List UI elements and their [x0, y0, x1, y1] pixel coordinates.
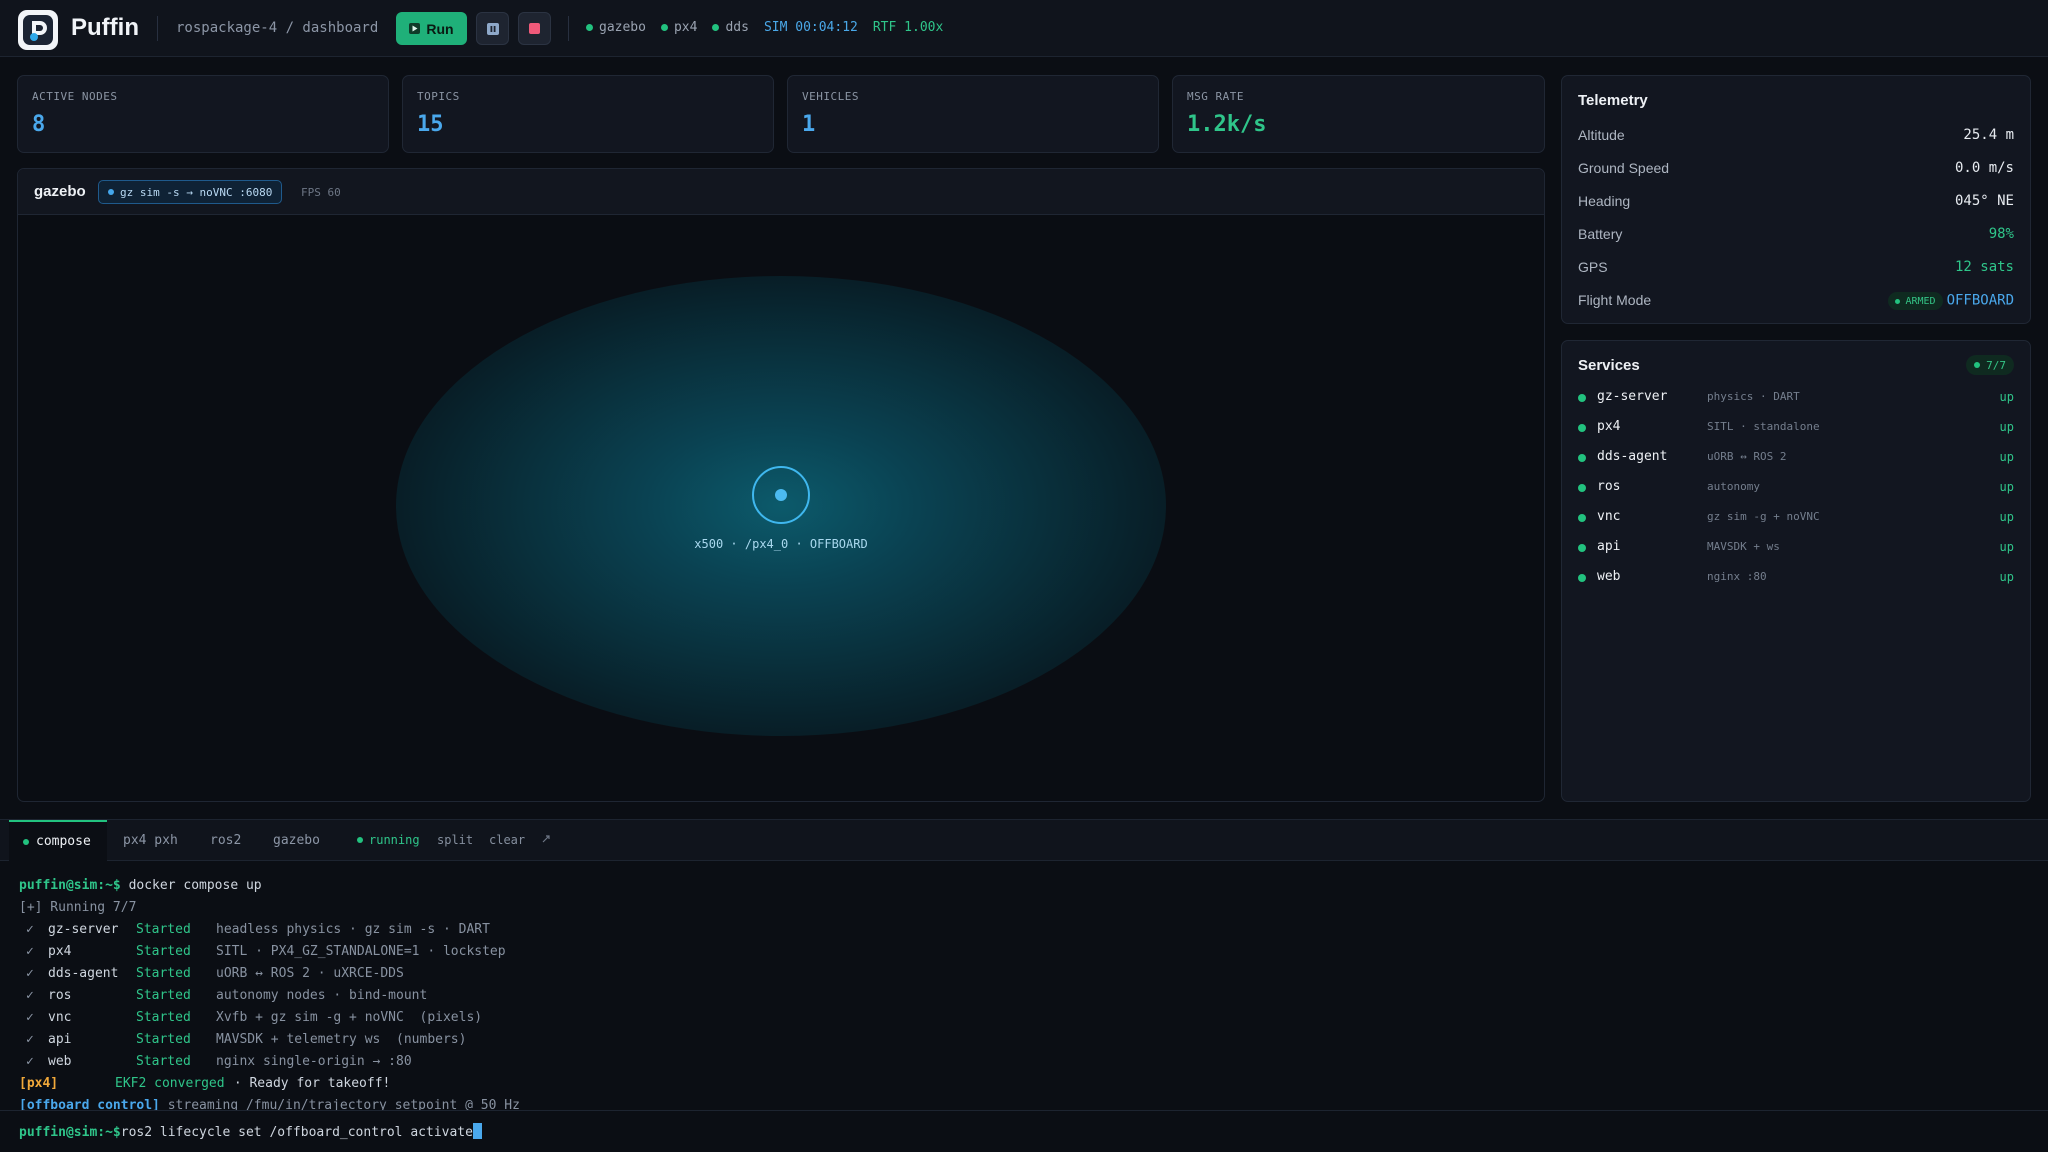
stream-chip: gz sim -s → noVNC :6080	[98, 180, 283, 204]
terminal-input[interactable]: puffin@sim:~$ros2 lifecycle set /offboar…	[0, 1110, 2048, 1152]
service-status-dot-icon	[1578, 514, 1586, 522]
stop-button[interactable]	[518, 12, 551, 45]
stat-value: 8	[32, 112, 46, 137]
stat-value: 15	[417, 112, 444, 137]
vehicle-dot	[775, 489, 787, 501]
status-gazebo: gazebo	[586, 20, 646, 35]
puffin-logo-icon[interactable]	[18, 10, 58, 50]
service-row-px4[interactable]: px4 SITL · standalone up	[1578, 419, 2014, 437]
service-row-dds-agent[interactable]: dds-agent uORB ↔ ROS 2 up	[1578, 449, 2014, 467]
terminal-output[interactable]: puffin@sim:~$ docker compose up [+] Runn…	[0, 862, 2048, 1110]
terminal-tab-bar: compose px4 pxh ros2 gazebo running spli…	[0, 819, 2048, 861]
top-bar: Puffin rospackage-4 / dashboard Run gaze…	[0, 0, 2048, 57]
telemetry-panel: Telemetry Altitude 25.4 m Ground Speed 0…	[1561, 75, 2031, 324]
tab-ros2[interactable]: ros2	[210, 820, 241, 861]
service-status-dot-icon	[1578, 484, 1586, 492]
service-status-dot-icon	[1578, 394, 1586, 402]
stat-label: MSG RATE	[1187, 90, 1244, 103]
telemetry-row-battery: Battery 98%	[1578, 226, 2014, 242]
divider	[157, 16, 158, 41]
service-row-web[interactable]: web nginx :80 up	[1578, 569, 2014, 587]
telemetry-row-gps: GPS 12 sats	[1578, 259, 2014, 275]
status-dot-icon	[586, 24, 593, 31]
stat-label: ACTIVE NODES	[32, 90, 118, 103]
terminal-line: [px4] EKF2 converged · Ready for takeoff!	[19, 1076, 391, 1091]
pause-button[interactable]	[476, 12, 509, 45]
pause-icon	[486, 22, 499, 35]
stat-card-vehicles: VEHICLES 1	[787, 75, 1159, 153]
armed-badge: ARMED	[1888, 292, 1943, 310]
breadcrumb[interactable]: rospackage-4 / dashboard	[176, 20, 378, 36]
status-dds: dds	[712, 20, 749, 35]
stop-icon	[529, 23, 540, 34]
sim-clock: SIM 00:04:12	[763, 20, 858, 35]
terminal-line: [+] Running 7/7	[19, 900, 137, 915]
tab-compose[interactable]: compose	[9, 820, 107, 861]
badge-dot-icon	[1974, 362, 1981, 368]
tab-gazebo[interactable]: gazebo	[273, 820, 320, 861]
stat-card-msg-rate: MSG RATE 1.2k/s	[1172, 75, 1545, 153]
run-button-label: Run	[426, 20, 454, 37]
clear-button[interactable]: clear	[489, 833, 525, 847]
vehicle-label: x500 · /px4_0 · OFFBOARD	[694, 537, 868, 551]
run-button[interactable]: Run	[396, 12, 467, 45]
input-prompt: puffin@sim:~$	[19, 1125, 121, 1140]
app-name: Puffin	[71, 14, 139, 41]
play-icon	[409, 23, 421, 34]
service-status-dot-icon	[1578, 424, 1586, 432]
services-title: Services	[1578, 357, 1640, 374]
service-status-dot-icon	[1578, 574, 1586, 582]
service-row-gz-server[interactable]: gz-server physics · DART up	[1578, 389, 2014, 407]
cursor	[472, 1123, 482, 1139]
running-dot-icon	[357, 837, 363, 843]
flight-mode-value: OFFBOARD	[1946, 292, 2014, 309]
stat-label: VEHICLES	[802, 90, 859, 103]
service-row-api[interactable]: api MAVSDK + ws up	[1578, 539, 2014, 557]
telemetry-title: Telemetry	[1578, 92, 1648, 109]
stat-value: 1	[802, 112, 816, 137]
real-time-factor: RTF 1.00x	[872, 20, 944, 35]
viewport-header: gazebo gz sim -s → noVNC :6080 FPS 60	[18, 169, 1544, 215]
service-status-dot-icon	[1578, 454, 1586, 462]
terminal-line: puffin@sim:~$ docker compose up	[19, 878, 262, 893]
telemetry-row-heading: Heading 045° NE	[1578, 193, 2014, 209]
service-row-ros[interactable]: ros autonomy up	[1578, 479, 2014, 497]
status-row: gazebo px4 dds SIM 00:04:12 RTF 1.00x	[586, 20, 943, 35]
stream-dot-icon	[108, 189, 114, 195]
divider	[568, 16, 569, 41]
terminal-running-indicator: running	[357, 833, 420, 847]
armed-dot-icon	[1895, 298, 1901, 304]
tab-status-dot-icon	[23, 838, 29, 845]
expand-icon[interactable]	[541, 833, 551, 847]
vehicle-marker-icon[interactable]	[752, 466, 810, 524]
split-button[interactable]: split	[437, 833, 473, 847]
viewport-title: gazebo	[34, 183, 86, 200]
stat-label: TOPICS	[417, 90, 460, 103]
gazebo-viewport[interactable]: gazebo gz sim -s → noVNC :6080 FPS 60 x5…	[17, 168, 1545, 802]
service-status-dot-icon	[1578, 544, 1586, 552]
tab-px4-pxh[interactable]: px4 pxh	[123, 820, 178, 861]
stat-card-topics: TOPICS 15	[402, 75, 774, 153]
input-command: ros2 lifecycle set /offboard_control act…	[120, 1125, 473, 1140]
telemetry-row-ground-speed: Ground Speed 0.0 m/s	[1578, 160, 2014, 176]
stat-card-active-nodes: ACTIVE NODES 8	[17, 75, 389, 153]
telemetry-row-flight-mode: Flight Mode ARMED OFFBOARD	[1578, 292, 2014, 310]
status-dot-icon	[712, 24, 720, 31]
services-count-badge: 7/7	[1966, 355, 2014, 375]
terminal-line: [offboard_control] streaming /fmu/in/tra…	[19, 1098, 520, 1110]
services-panel: Services 7/7 gz-server physics · DART up…	[1561, 340, 2031, 802]
status-dot-icon	[660, 24, 668, 31]
fps-counter: FPS 60	[301, 186, 341, 199]
telemetry-row-altitude: Altitude 25.4 m	[1578, 127, 2014, 143]
service-row-vnc[interactable]: vnc gz sim -g + noVNC up	[1578, 509, 2014, 527]
stat-value: 1.2k/s	[1187, 112, 1267, 137]
status-px4: px4	[660, 20, 697, 35]
